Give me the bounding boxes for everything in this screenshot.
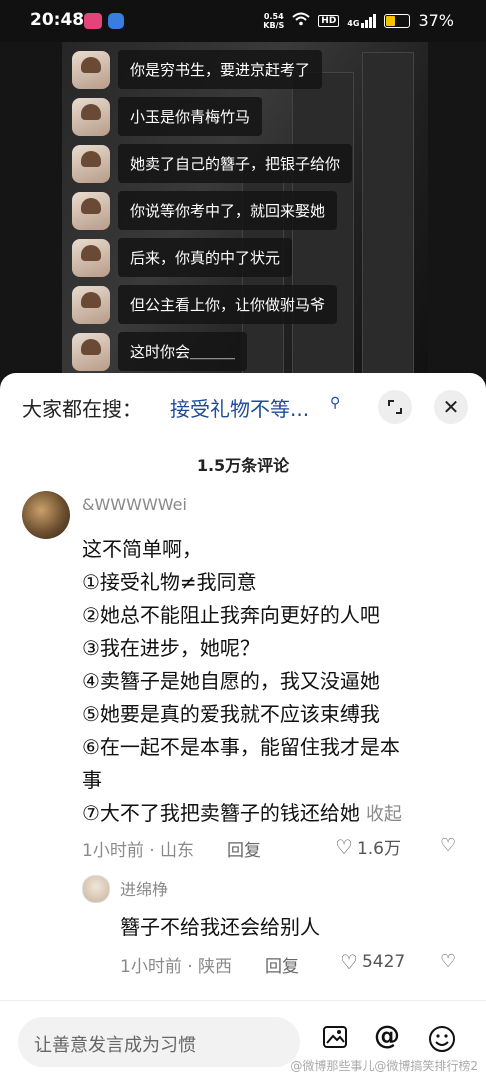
- chat-message: 这时你会＿＿＿: [72, 332, 248, 371]
- like-button[interactable]: ♡ 1.6万: [335, 834, 401, 860]
- comment-line: ④卖簪子是她自愿的，我又没逼她: [82, 669, 380, 693]
- like-count: 1.6万: [356, 839, 401, 859]
- avatar: [72, 332, 110, 371]
- comments-sheet: 大家都在搜： 接受礼物不等... ⚲ ✕ 1.5万条评论 &WWWWWei 这不…: [0, 373, 486, 1080]
- watermark: @微博那些事儿@微博搞笑排行榜2: [290, 1059, 478, 1073]
- reply-button[interactable]: 回复: [227, 836, 261, 861]
- avatar[interactable]: [82, 875, 110, 903]
- collapse-link[interactable]: 收起: [366, 804, 402, 825]
- mention-icon[interactable]: @: [374, 1021, 400, 1051]
- reply-username[interactable]: 进绵棦: [120, 876, 168, 900]
- divider: [0, 1000, 486, 1001]
- search-suggestion: 大家都在搜： 接受礼物不等... ⚲ ✕: [22, 390, 468, 424]
- avatar[interactable]: [22, 491, 70, 539]
- chat-message: 后来，你真的中了状元: [72, 238, 293, 277]
- comment-line: ③我在进步，她呢？: [82, 636, 260, 660]
- comment-input-bar: 让善意发言成为习惯 @ @微博那些事儿@微博搞笑排行榜2: [0, 1003, 486, 1080]
- search-icon[interactable]: ⚲: [330, 395, 340, 411]
- comment-line: ②她总不能阻止我奔向更好的人吧: [82, 603, 380, 627]
- battery-percent: 37%: [418, 11, 454, 30]
- avatar: [72, 191, 110, 230]
- chat-message: 小玉是你青梅竹马: [72, 97, 263, 136]
- app-notification-icon-2: [108, 13, 124, 29]
- app-notification-icon: [84, 13, 102, 29]
- avatar: [72, 238, 110, 277]
- search-suggestion-label: 大家都在搜：: [22, 397, 142, 421]
- comment-line: ①接受礼物≠我同意: [82, 570, 257, 594]
- heart-icon: ♡: [335, 834, 353, 859]
- comment-line: 事: [82, 768, 102, 792]
- chat-message: 她卖了自己的簪子，把银子给你: [72, 144, 353, 183]
- status-time: 20:48: [30, 10, 85, 30]
- network-speed: 0.54 KB/S: [263, 11, 285, 30]
- dislike-icon[interactable]: ♡: [440, 951, 456, 972]
- reply-meta: 1小时前 · 陕西: [120, 957, 233, 977]
- comment-line: ⑥在一起不是本事，能留住我才是本: [82, 735, 400, 759]
- chat-message: 你是穷书生，要进京赶考了: [72, 50, 323, 89]
- wifi-icon: [292, 11, 310, 30]
- close-icon[interactable]: ✕: [434, 390, 468, 424]
- hd-badge: HD: [318, 14, 340, 27]
- avatar: [72, 285, 110, 324]
- comment-line: ⑤她要是真的爱我就不应该束缚我: [82, 702, 380, 726]
- avatar: [72, 144, 110, 183]
- like-count: 5427: [361, 952, 406, 972]
- status-bar: 20:48 0.54 KB/S HD 4G 37%: [0, 0, 486, 42]
- comment-meta: 1小时前 · 山东: [82, 841, 195, 861]
- video-player[interactable]: 你是穷书生，要进京赶考了 小玉是你青梅竹马 她卖了自己的簪子，把银子给你 你说等…: [0, 42, 486, 382]
- avatar: [72, 97, 110, 136]
- image-icon[interactable]: [322, 1025, 348, 1055]
- like-button[interactable]: ♡ 5427: [340, 950, 405, 974]
- heart-icon: ♡: [340, 950, 358, 974]
- avatar: [72, 50, 110, 89]
- battery-icon: [384, 13, 411, 28]
- chat-message: 但公主看上你，让你做驸马爷: [72, 285, 338, 324]
- comment-line: ⑦大不了我把卖簪子的钱还给她 收起: [82, 801, 402, 825]
- dislike-icon[interactable]: ♡: [440, 835, 456, 856]
- comment-count: 1.5万条评论: [196, 456, 290, 475]
- reply-text: 簪子不给我还会给别人: [120, 915, 320, 939]
- comment-input[interactable]: 让善意发言成为习惯: [18, 1017, 300, 1067]
- comment-line: 这不简单啊，: [82, 537, 202, 561]
- search-suggestion-link[interactable]: 接受礼物不等...: [170, 393, 309, 422]
- comment-username[interactable]: &WWWWWei: [82, 495, 187, 514]
- reply-button[interactable]: 回复: [265, 952, 299, 977]
- emoji-icon[interactable]: [428, 1025, 456, 1059]
- expand-icon[interactable]: [378, 390, 412, 424]
- chat-message: 你说等你考中了，就回来娶她: [72, 191, 338, 230]
- signal-icon: 4G: [347, 13, 377, 28]
